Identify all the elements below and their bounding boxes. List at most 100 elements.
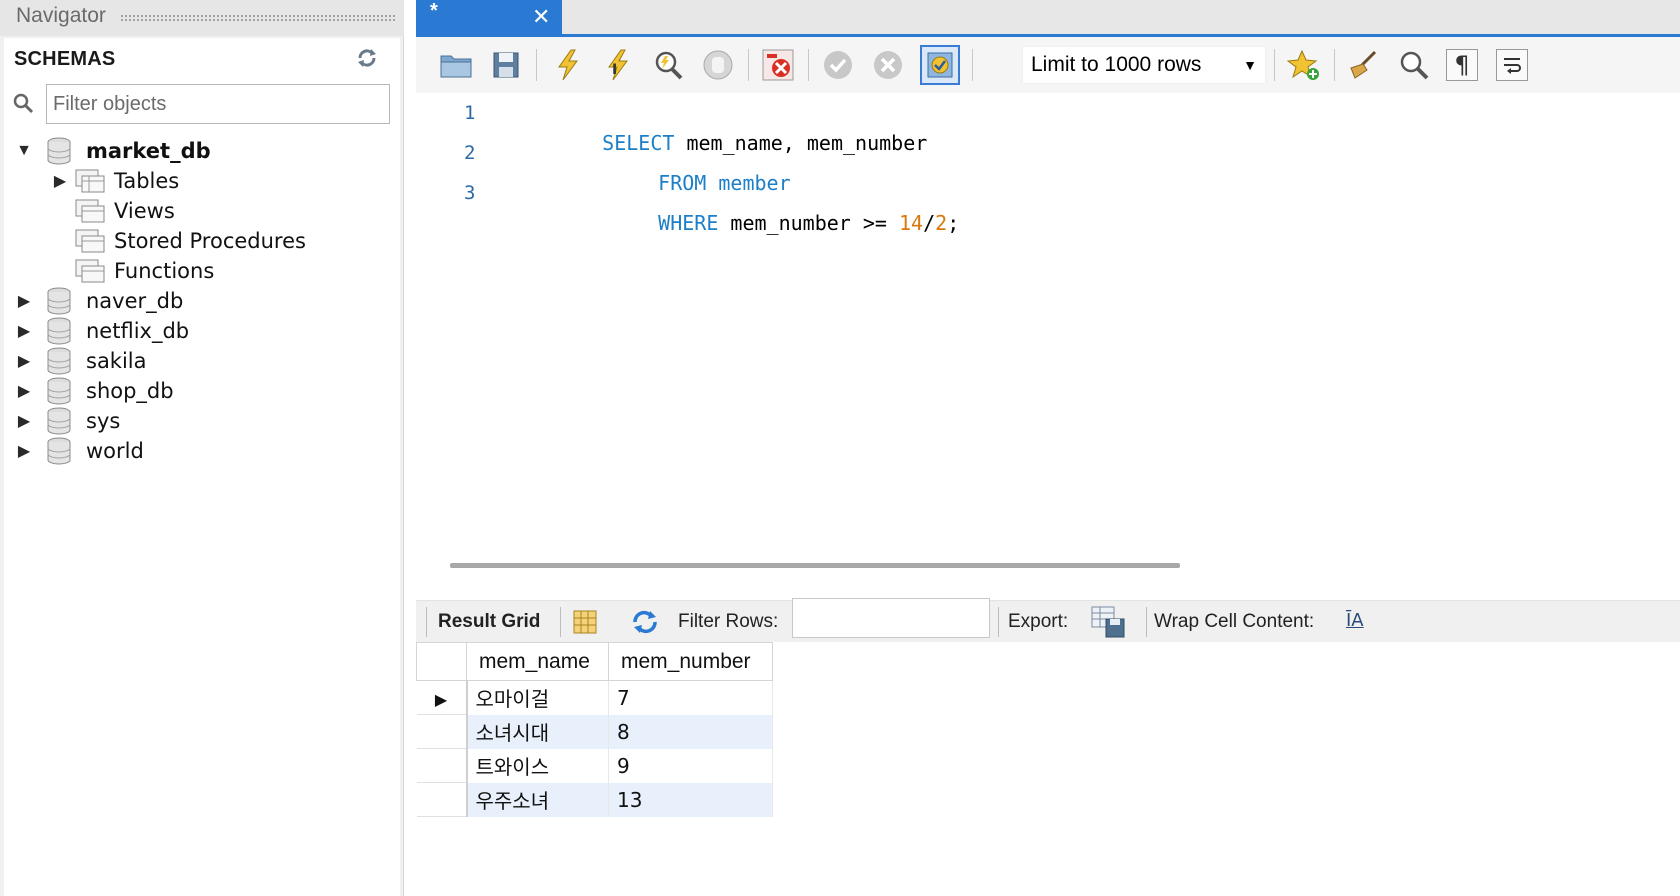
execute-current-icon[interactable]: I bbox=[600, 47, 636, 83]
line-number: 2 bbox=[464, 142, 476, 164]
table-cell[interactable]: 9 bbox=[608, 748, 773, 783]
open-folder-icon[interactable] bbox=[438, 47, 474, 83]
search-icon bbox=[12, 92, 36, 116]
beautify-icon[interactable] bbox=[1346, 47, 1382, 83]
row-header[interactable] bbox=[416, 714, 468, 749]
schema-naver-db[interactable]: ▶ naver_db bbox=[14, 286, 183, 316]
expand-arrow-icon[interactable]: ▶ bbox=[14, 436, 34, 466]
procedure-folder-icon bbox=[74, 228, 106, 254]
rollback-icon[interactable] bbox=[870, 47, 906, 83]
word-wrap-icon[interactable] bbox=[1496, 49, 1528, 81]
expand-arrow-icon[interactable]: ▶ bbox=[14, 406, 34, 436]
refresh-icon[interactable] bbox=[354, 46, 380, 70]
tree-item-label: Tables bbox=[114, 169, 180, 193]
schema-name: sakila bbox=[86, 349, 147, 373]
tree-item-views[interactable]: Views bbox=[74, 196, 175, 226]
toolbar-separator bbox=[748, 49, 749, 81]
header-row: mem_name mem_number bbox=[416, 642, 773, 681]
commit-icon[interactable] bbox=[820, 47, 856, 83]
function-folder-icon bbox=[74, 258, 106, 284]
toggle-stop-on-error-icon[interactable] bbox=[760, 47, 796, 83]
wrap-cell-content-icon[interactable]: ĪA bbox=[1346, 610, 1364, 631]
schema-world[interactable]: ▶ world bbox=[14, 436, 144, 466]
limit-rows-select[interactable]: Limit to 1000 rows ▼ bbox=[1022, 46, 1266, 84]
invisible-chars-icon[interactable]: ¶ bbox=[1446, 49, 1478, 81]
svg-text:I: I bbox=[612, 62, 617, 78]
database-icon bbox=[46, 287, 72, 315]
tree-item-stored-procedures[interactable]: Stored Procedures bbox=[74, 226, 306, 256]
row-header[interactable]: ▶ bbox=[416, 680, 468, 715]
result-toolbar: Result Grid Filter Rows: Export: Wrap Ce… bbox=[416, 600, 1680, 642]
execute-icon[interactable] bbox=[550, 47, 586, 83]
sql-editor[interactable]: 1 2 3 SELECT mem_name, mem_number FROM m… bbox=[416, 93, 1680, 553]
editor-horizontal-scrollbar[interactable] bbox=[450, 563, 1180, 568]
close-icon[interactable]: ✕ bbox=[532, 4, 550, 30]
table-cell[interactable]: 8 bbox=[608, 714, 773, 749]
row-header[interactable] bbox=[416, 748, 468, 783]
table-cell[interactable]: 7 bbox=[608, 680, 773, 715]
toolbar-separator bbox=[808, 49, 809, 81]
table-row[interactable]: 우주소녀 13 bbox=[416, 782, 773, 817]
schema-shop-db[interactable]: ▶ shop_db bbox=[14, 376, 174, 406]
sql-keyword: WHERE bbox=[658, 211, 719, 235]
expand-arrow-icon[interactable]: ▶ bbox=[14, 316, 34, 346]
filter-rows-input[interactable] bbox=[792, 598, 990, 638]
refresh-results-icon[interactable] bbox=[630, 609, 660, 640]
column-header[interactable]: mem_number bbox=[608, 642, 773, 681]
database-icon bbox=[46, 347, 72, 375]
table-row[interactable]: ▶ 오마이걸 7 bbox=[416, 680, 773, 715]
sql-operator: / bbox=[923, 211, 936, 235]
add-snippet-icon[interactable] bbox=[1286, 47, 1322, 83]
schema-market-db[interactable]: ▼ market_db bbox=[14, 136, 211, 166]
schema-name: market_db bbox=[86, 139, 211, 163]
collapse-arrow-icon[interactable]: ▼ bbox=[14, 136, 34, 166]
panel-grip[interactable] bbox=[120, 14, 396, 22]
save-icon[interactable] bbox=[488, 47, 524, 83]
stop-icon[interactable] bbox=[700, 47, 736, 83]
column-header[interactable]: mem_name bbox=[466, 642, 609, 681]
schema-netflix-db[interactable]: ▶ netflix_db bbox=[14, 316, 189, 346]
row-header[interactable] bbox=[416, 782, 468, 817]
toolbar-separator bbox=[560, 607, 561, 637]
sql-number: 2 bbox=[935, 211, 948, 235]
explain-icon[interactable] bbox=[650, 47, 686, 83]
tree-item-label: Functions bbox=[114, 259, 215, 283]
find-icon[interactable] bbox=[1396, 47, 1432, 83]
sql-number: 14 bbox=[899, 211, 924, 235]
grid-corner[interactable] bbox=[416, 642, 467, 681]
tree-item-functions[interactable]: Functions bbox=[74, 256, 214, 286]
expand-arrow-icon[interactable]: ▶ bbox=[14, 376, 34, 406]
code-line-2: FROM member bbox=[610, 138, 790, 195]
table-cell[interactable]: 13 bbox=[608, 782, 773, 817]
database-icon bbox=[46, 377, 72, 405]
expand-arrow-icon[interactable]: ▶ bbox=[50, 166, 70, 196]
navigator-panel: Navigator SCHEMAS ▼ market_db ▶ Tables bbox=[0, 0, 404, 896]
export-icon[interactable] bbox=[1090, 605, 1126, 644]
table-cell[interactable]: 소녀시대 bbox=[466, 714, 609, 749]
table-row[interactable]: 소녀시대 8 bbox=[416, 714, 773, 749]
schema-name: shop_db bbox=[86, 379, 174, 403]
toolbar-separator bbox=[1146, 607, 1147, 637]
schemas-label: SCHEMAS bbox=[14, 48, 116, 70]
table-row[interactable]: 트와이스 9 bbox=[416, 748, 773, 783]
schema-sakila[interactable]: ▶ sakila bbox=[14, 346, 147, 376]
result-grid-tab[interactable]: Result Grid bbox=[438, 611, 540, 633]
tab-title: * bbox=[430, 0, 438, 22]
current-row-icon: ▶ bbox=[434, 689, 448, 709]
toolbar-separator bbox=[1274, 49, 1275, 81]
query-tab[interactable]: * ✕ bbox=[416, 0, 562, 36]
table-cell[interactable]: 우주소녀 bbox=[466, 782, 609, 817]
autocommit-icon[interactable] bbox=[920, 45, 960, 85]
table-cell[interactable]: 트와이스 bbox=[466, 748, 609, 783]
database-icon bbox=[46, 317, 72, 345]
expand-arrow-icon[interactable]: ▶ bbox=[14, 346, 34, 376]
schema-name: sys bbox=[86, 409, 121, 433]
filter-objects-input[interactable] bbox=[46, 84, 390, 124]
form-editor-icon[interactable] bbox=[572, 609, 598, 640]
tree-item-tables[interactable]: ▶ Tables bbox=[50, 166, 179, 196]
table-cell[interactable]: 오마이걸 bbox=[466, 680, 609, 715]
schema-sys[interactable]: ▶ sys bbox=[14, 406, 120, 436]
expand-arrow-icon[interactable]: ▶ bbox=[14, 286, 34, 316]
navigator-title: Navigator bbox=[16, 4, 106, 27]
toolbar-separator bbox=[972, 49, 973, 81]
